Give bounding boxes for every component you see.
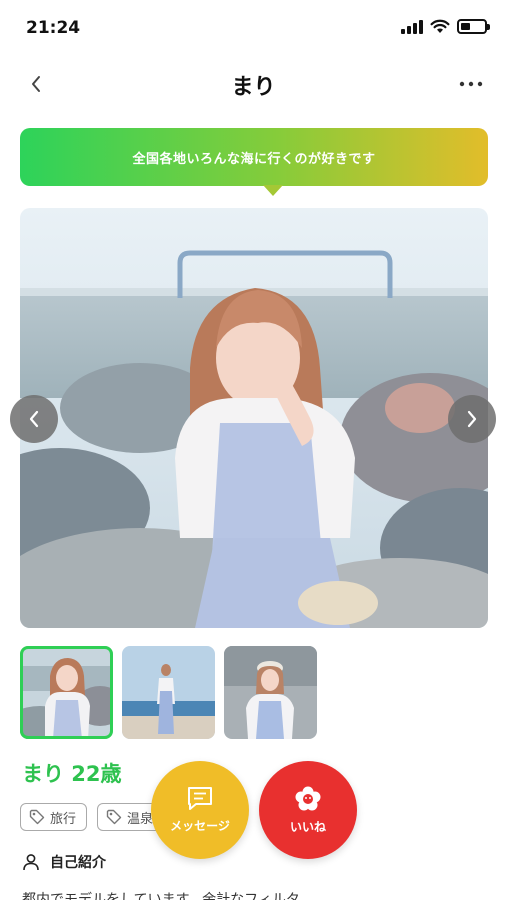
message-button[interactable]: メッセージ — [151, 761, 249, 859]
tag-chip[interactable]: 旅行 — [20, 803, 88, 831]
battery-icon — [457, 19, 490, 34]
catchphrase-banner: 全国各地いろんな海に行くのが好きです — [20, 128, 488, 196]
message-icon — [188, 787, 212, 810]
thumbnail-1[interactable] — [20, 646, 113, 739]
message-button-label: メッセージ — [170, 819, 230, 833]
tag-icon — [29, 809, 45, 825]
tag-icon — [106, 809, 122, 825]
nav-bar: まり — [0, 58, 507, 110]
interest-tags: 旅行 温泉 — [20, 803, 165, 831]
intro-text: 都内でモデルをしています。余計なフィルタ — [22, 892, 300, 900]
intro-heading: 自己紹介 — [22, 852, 106, 872]
wifi-icon — [430, 19, 450, 33]
person-icon — [23, 854, 39, 871]
profile-name-age: まり 22歳 — [22, 762, 122, 786]
status-icons — [401, 19, 490, 34]
like-button-label: いいね — [289, 820, 326, 834]
more-button[interactable] — [457, 70, 485, 98]
signal-icon — [401, 19, 423, 34]
catchphrase-text: 全国各地いろんな海に行くのが好きです — [132, 151, 376, 167]
tag-label: 温泉 — [127, 811, 154, 827]
tag-label: 旅行 — [50, 811, 77, 827]
main-photo[interactable] — [20, 208, 488, 628]
intro-title: 自己紹介 — [50, 855, 106, 871]
status-bar: 21:24 — [0, 0, 507, 58]
thumbnail-2[interactable] — [122, 646, 215, 739]
thumbnail-3[interactable] — [224, 646, 317, 739]
photo-next-button[interactable] — [448, 395, 496, 443]
more-horizontal-icon — [459, 81, 483, 87]
chevron-left-icon — [29, 410, 39, 428]
like-button[interactable]: いいね — [259, 761, 357, 859]
page-title: まり — [231, 75, 276, 100]
flower-icon — [295, 786, 321, 811]
chevron-right-icon — [467, 410, 477, 428]
status-time: 21:24 — [26, 18, 81, 38]
thumbnail-strip — [20, 646, 317, 739]
photo-prev-button[interactable] — [10, 395, 58, 443]
